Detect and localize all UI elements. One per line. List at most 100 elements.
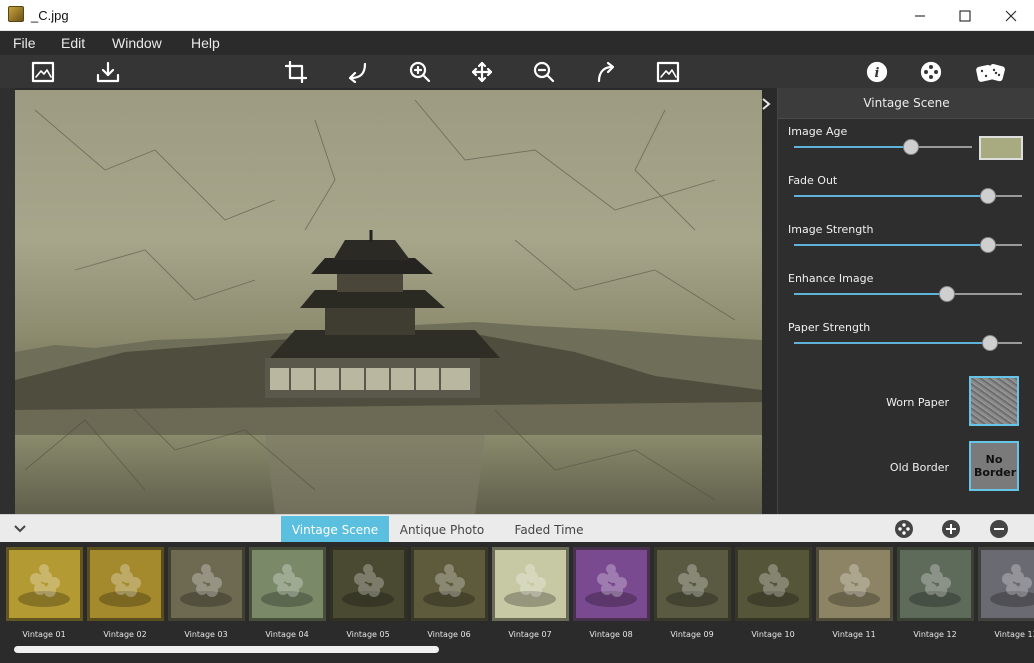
preset-label: Vintage 11 [832,630,876,639]
open-image-icon[interactable] [30,59,56,85]
preset-thumbnail[interactable] [897,547,974,621]
horizontal-scrollbar[interactable] [14,646,439,653]
preset-thumbnail[interactable] [411,547,488,621]
preset-thumbnail[interactable] [87,547,164,621]
preset-image [654,547,731,621]
preset-image [249,547,326,621]
preset-image [87,547,164,621]
preset-image [573,547,650,621]
preset-label: Vintage 10 [751,630,795,639]
slider-thumb[interactable] [982,335,999,351]
close-icon [1005,10,1017,21]
preset-label: Vintage 01 [22,630,66,639]
minimize-button[interactable] [897,0,943,31]
worn-paper-thumbnail[interactable] [969,376,1019,426]
preset-image [978,547,1034,621]
enhance-image-label: Enhance Image [788,272,874,285]
info-icon[interactable]: i [864,59,890,85]
preset-label: Vintage 06 [427,630,471,639]
fit-image-icon[interactable] [655,59,681,85]
preset-label: Vintage 13 [994,630,1034,639]
preset-label: Vintage 05 [346,630,390,639]
image-age-slider[interactable] [794,139,972,155]
preset-image [6,547,83,621]
svg-text:i: i [875,66,880,81]
slider-fill [794,195,988,197]
maximize-icon [959,9,971,22]
preset-label: Vintage 09 [670,630,714,639]
old-border-value: No Border [974,453,1017,479]
menu-edit[interactable]: Edit [61,35,85,51]
app-icon [8,6,24,22]
preset-thumbnail[interactable] [168,547,245,621]
panel-title: Vintage Scene [778,88,1034,119]
preset-thumbnail[interactable] [330,547,407,621]
age-color-swatch[interactable] [979,136,1023,160]
preset-image [168,547,245,621]
menu-file[interactable]: File [13,35,36,51]
image-strength-slider[interactable] [794,237,1022,253]
old-border-label: Old Border [889,461,949,474]
preset-image [330,547,407,621]
zoom-out-icon[interactable] [531,59,557,85]
preset-image [816,547,893,621]
add-preset-icon[interactable] [941,519,961,539]
preset-thumbnail[interactable] [6,547,83,621]
preset-image [897,547,974,621]
save-icon[interactable] [95,59,121,85]
photo-preview[interactable] [15,90,762,514]
preset-label: Vintage 04 [265,630,309,639]
slider-fill [794,146,912,148]
collapse-panel-icon[interactable] [760,96,772,110]
preset-label: Vintage 03 [184,630,228,639]
maximize-button[interactable] [942,0,988,31]
preset-image [492,547,569,621]
tab-vintage-scene[interactable]: Vintage Scene [281,516,389,543]
worn-paper-label: Worn Paper [886,396,949,409]
preset-thumbnail[interactable] [816,547,893,621]
preset-image [735,547,812,621]
preset-thumbnail-strip: Vintage 01 Vintage 02 Vintage 03 Vintage 04… [0,542,1034,663]
paper-strength-slider[interactable] [794,335,1022,351]
old-border-thumbnail[interactable]: No Border [969,441,1019,491]
slider-thumb[interactable] [903,139,920,155]
preset-tab-strip: Vintage Scene Antique Photo Faded Time [0,514,1034,543]
collapse-strip-icon[interactable] [10,519,30,539]
tab-antique-photo[interactable]: Antique Photo [389,516,495,543]
fade-out-label: Fade Out [788,174,838,187]
preset-thumbnail[interactable] [492,547,569,621]
preset-thumbnail[interactable] [978,547,1034,621]
dice-icon[interactable] [975,59,1007,85]
preset-thumbnail[interactable] [735,547,812,621]
menu-help[interactable]: Help [191,35,220,51]
preset-image [411,547,488,621]
fade-out-slider[interactable] [794,188,1022,204]
menu-bar: File Edit Window Help [0,31,1034,55]
remove-preset-icon[interactable] [989,519,1009,539]
film-reel-icon[interactable] [918,59,944,85]
preset-label: Vintage 12 [913,630,957,639]
preset-thumbnail[interactable] [573,547,650,621]
slider-fill [794,293,947,295]
preset-label: Vintage 07 [508,630,552,639]
preset-thumbnail[interactable] [654,547,731,621]
slider-thumb[interactable] [979,188,996,204]
photo-image [15,99,762,514]
menu-window[interactable]: Window [112,35,162,51]
preset-thumbnail[interactable] [249,547,326,621]
title-bar: _C.jpg [0,0,1034,31]
paper-strength-label: Paper Strength [788,321,871,334]
move-icon[interactable] [469,59,495,85]
redo-icon[interactable] [593,59,619,85]
slider-fill [794,342,991,344]
zoom-in-icon[interactable] [407,59,433,85]
slider-thumb[interactable] [979,237,996,253]
slider-thumb[interactable] [938,286,955,302]
close-button[interactable] [988,0,1034,31]
enhance-image-slider[interactable] [794,286,1022,302]
window-title: _C.jpg [31,8,69,23]
crop-icon[interactable] [283,59,309,85]
undo-icon[interactable] [345,59,371,85]
random-preset-icon[interactable] [894,519,914,539]
tab-faded-time[interactable]: Faded Time [495,516,603,543]
